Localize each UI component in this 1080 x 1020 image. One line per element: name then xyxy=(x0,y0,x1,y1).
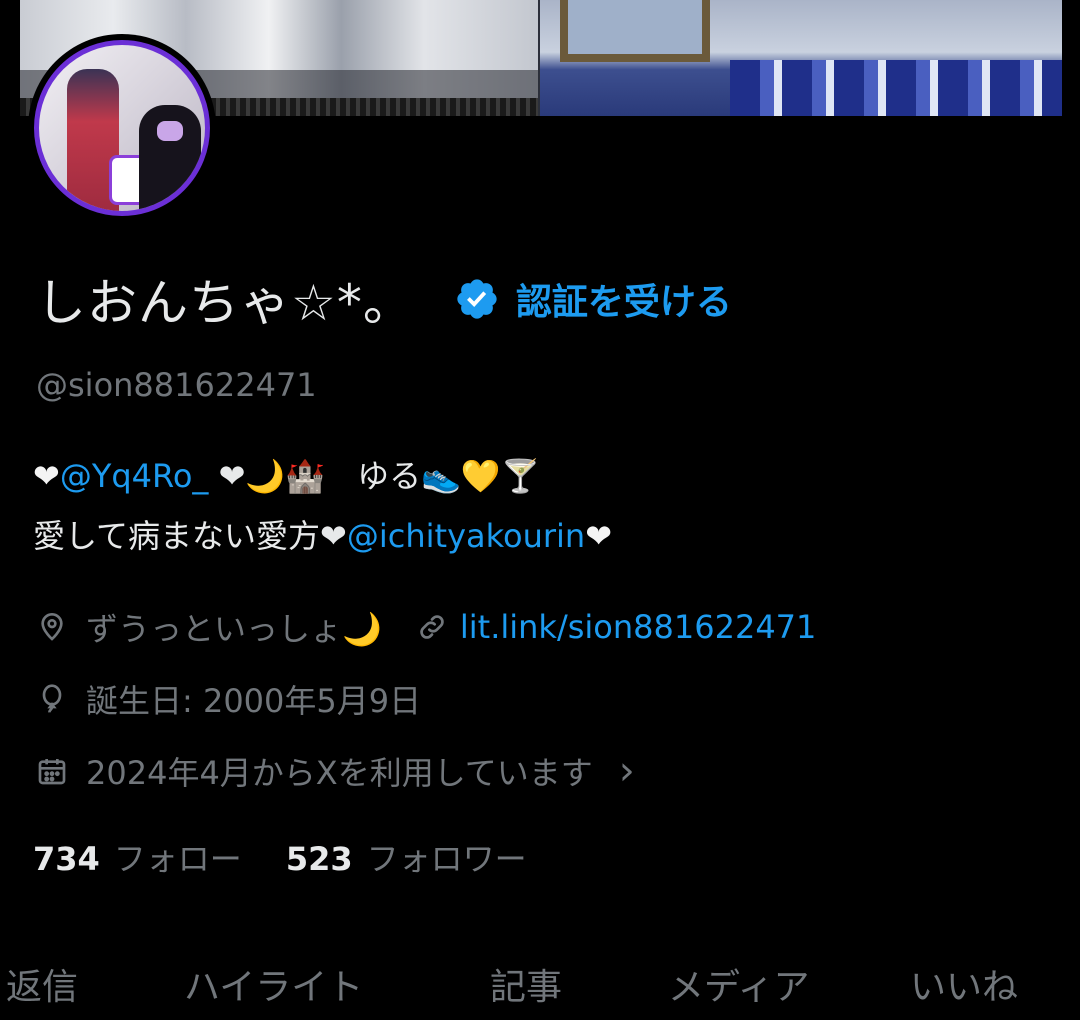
tab-articles[interactable]: 記事 xyxy=(490,958,562,1010)
following-label[interactable]: フォロー xyxy=(114,834,242,880)
birthday-row: 誕生日: 2000年5月9日 xyxy=(36,676,421,722)
bio-mention-ichityakourin[interactable]: @ichityakourin xyxy=(347,517,585,555)
tab-highlights[interactable]: ハイライト xyxy=(184,958,363,1010)
banner-photo-right xyxy=(540,0,1062,116)
name-row: しおんちゃ☆*。 認証を受ける xyxy=(36,264,732,334)
calendar-icon xyxy=(38,759,66,785)
display-name: しおんちゃ☆*。 xyxy=(36,274,414,332)
tab-replies[interactable]: 返信 xyxy=(6,958,78,1010)
avatar-image xyxy=(34,40,210,216)
followers-label[interactable]: フォロワー xyxy=(367,834,527,880)
website-link[interactable]: lit.link/sion881622471 xyxy=(460,608,817,646)
link-icon xyxy=(420,615,444,639)
following-count[interactable]: 734 xyxy=(33,840,100,878)
birthday-text: 誕生日: 2000年5月9日 xyxy=(86,682,422,720)
chevron-right-icon[interactable]: › xyxy=(619,751,635,791)
location-text: ずうっといっしょ🌙 xyxy=(86,610,382,648)
bio-text: ❤ xyxy=(585,517,612,555)
joined-row[interactable]: 2024年4月からXを利用しています › xyxy=(36,748,635,794)
user-handle: @sion881622471 xyxy=(36,366,317,404)
tab-media[interactable]: メディア xyxy=(668,958,809,1010)
joined-text: 2024年4月からXを利用しています xyxy=(86,754,593,792)
bio-line-1: ❤@Yq4Ro_ ❤🌙🏰 ゆる👟💛🍸 xyxy=(33,446,612,506)
bio-text: 愛して病まない愛方❤ xyxy=(33,517,347,555)
bio-text: ❤ xyxy=(33,457,60,495)
tab-likes[interactable]: いいね xyxy=(910,958,1018,1010)
profile-tabs: 返信 ハイライト 記事 メディア いいね xyxy=(0,950,1080,1020)
location-website-row: ずうっといっしょ🌙 lit.link/sion881622471 xyxy=(36,604,816,650)
location-pin-icon xyxy=(41,613,63,641)
follow-stats: 734 フォロー 523 フォロワー xyxy=(33,834,527,880)
avatar[interactable] xyxy=(28,34,216,222)
verified-badge-icon[interactable] xyxy=(454,276,500,322)
bio-text: ❤🌙🏰 ゆる👟💛🍸 xyxy=(208,457,541,495)
get-verified-link[interactable]: 認証を受ける xyxy=(516,273,732,325)
bio-mention-yq4ro[interactable]: @Yq4Ro_ xyxy=(60,457,209,495)
balloon-icon xyxy=(42,684,62,713)
bio: ❤@Yq4Ro_ ❤🌙🏰 ゆる👟💛🍸 愛して病まない愛方❤@ichityakou… xyxy=(33,446,612,566)
followers-count[interactable]: 523 xyxy=(286,840,353,878)
bio-line-2: 愛して病まない愛方❤@ichityakourin❤ xyxy=(33,506,612,566)
